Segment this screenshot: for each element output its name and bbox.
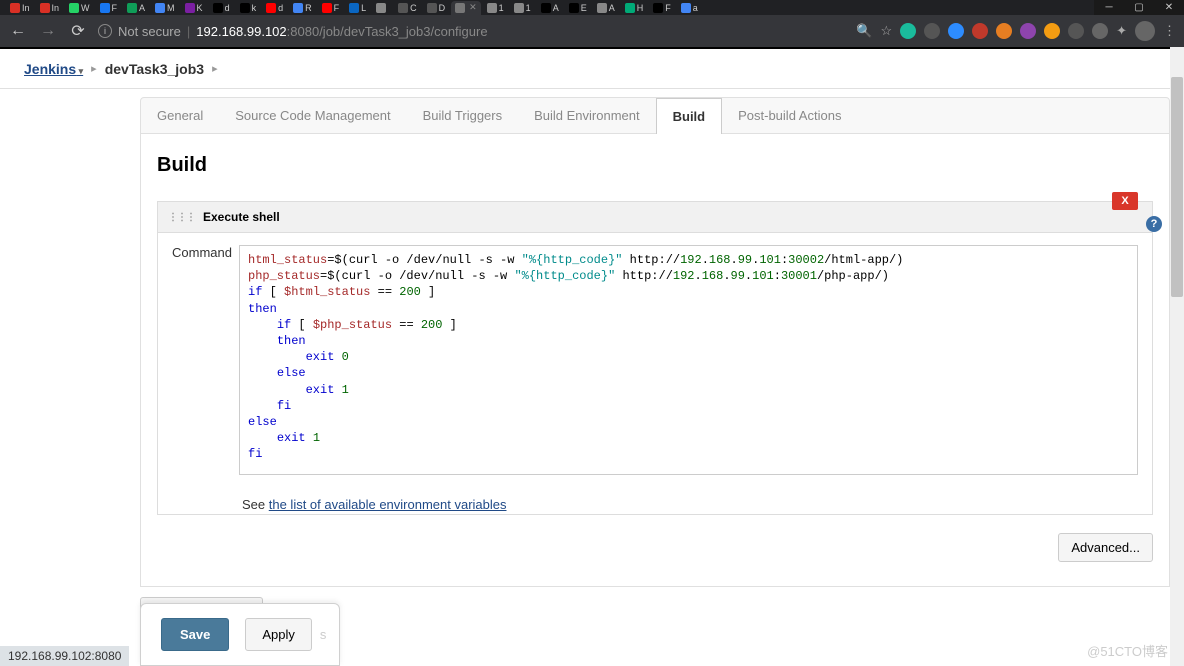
window-controls: ─ ▢ ✕ — [1094, 0, 1184, 15]
browser-tab[interactable]: R — [289, 1, 316, 15]
config-tab-build-environment[interactable]: Build Environment — [518, 98, 656, 133]
step-header: ⋮⋮⋮ Execute shell — [158, 202, 1152, 233]
security-label: Not secure — [118, 24, 181, 39]
url-path: /job/devTask3_job3/configure — [319, 24, 487, 39]
command-textarea[interactable]: html_status=$(curl -o /dev/null -s -w "%… — [239, 245, 1138, 475]
step-title: Execute shell — [203, 210, 280, 224]
url-port: :8080 — [287, 24, 320, 39]
status-bar: 192.168.99.102:8080 — [0, 646, 129, 666]
browser-tab[interactable]: d — [209, 1, 234, 15]
zoom-icon[interactable]: 🔍 — [856, 23, 872, 39]
ext-icon[interactable] — [1020, 23, 1036, 39]
config-tab-general[interactable]: General — [141, 98, 219, 133]
browser-tab[interactable]: A — [593, 1, 619, 15]
url-box[interactable]: i Not secure | 192.168.99.102:8080/job/d… — [98, 24, 846, 39]
ext-icon[interactable] — [948, 23, 964, 39]
browser-tab[interactable]: F — [96, 1, 122, 15]
delete-step-button[interactable]: X — [1112, 192, 1138, 210]
vertical-scrollbar[interactable] — [1170, 47, 1184, 666]
build-section: Build X ? ⋮⋮⋮ Execute shell Command html… — [140, 134, 1170, 587]
browser-tab[interactable]: C — [394, 1, 421, 15]
profile-avatar[interactable] — [1135, 21, 1155, 41]
page-content: GeneralSource Code ManagementBuild Trigg… — [0, 89, 1170, 666]
env-variables-note: See the list of available environment va… — [158, 487, 1152, 514]
ext-icon[interactable] — [1068, 23, 1084, 39]
browser-tab-strip: InInWFAMKdkdRFLCD✕11AEAHFa + — [0, 0, 1184, 15]
browser-tab[interactable]: k — [236, 1, 261, 15]
browser-tab[interactable]: K — [181, 1, 207, 15]
command-label: Command — [172, 245, 227, 475]
breadcrumb: Jenkins ▸ devTask3_job3 ▸ — [0, 49, 1184, 89]
window-close[interactable]: ✕ — [1154, 0, 1184, 15]
ext-icon[interactable] — [924, 23, 940, 39]
extension-icons: 🔍 ☆ ✦ ⋮ — [856, 21, 1176, 41]
window-minimize[interactable]: ─ — [1094, 0, 1124, 15]
scrollbar-thumb[interactable] — [1171, 77, 1183, 297]
ext-icon[interactable] — [1092, 23, 1108, 39]
menu-icon[interactable]: ⋮ — [1163, 23, 1176, 39]
config-tab-source-code-management[interactable]: Source Code Management — [219, 98, 406, 133]
drag-handle-icon[interactable]: ⋮⋮⋮ — [168, 212, 195, 223]
forward-button[interactable]: → — [38, 21, 58, 41]
window-maximize[interactable]: ▢ — [1124, 0, 1154, 15]
browser-tab[interactable]: 1 — [483, 1, 508, 15]
advanced-button[interactable]: Advanced... — [1058, 533, 1153, 562]
config-tab-build-triggers[interactable]: Build Triggers — [407, 98, 518, 133]
browser-tab[interactable]: L — [345, 1, 370, 15]
browser-tab[interactable]: F — [318, 1, 344, 15]
extensions-icon[interactable]: ✦ — [1116, 23, 1127, 39]
browser-tab[interactable]: H — [621, 1, 648, 15]
config-tab-build[interactable]: Build — [656, 98, 723, 134]
breadcrumb-job[interactable]: devTask3_job3 — [105, 61, 204, 77]
browser-tab[interactable]: D — [423, 1, 450, 15]
ext-icon[interactable] — [972, 23, 988, 39]
help-icon[interactable]: ? — [1146, 216, 1162, 232]
ext-icon[interactable] — [900, 23, 916, 39]
star-icon[interactable]: ☆ — [880, 23, 892, 39]
breadcrumb-root[interactable]: Jenkins — [24, 61, 83, 77]
config-tab-post-build-actions[interactable]: Post-build Actions — [722, 98, 857, 133]
env-variables-link[interactable]: the list of available environment variab… — [269, 497, 507, 512]
browser-tab[interactable]: F — [649, 1, 675, 15]
save-button[interactable]: Save — [161, 618, 229, 651]
apply-button[interactable]: Apply — [245, 618, 312, 651]
browser-tab[interactable]: W — [65, 1, 94, 15]
browser-tab[interactable] — [372, 1, 392, 15]
browser-tab[interactable]: d — [262, 1, 287, 15]
chevron-right-icon: ▸ — [91, 62, 97, 75]
save-footer: Save Apply s — [140, 603, 340, 666]
build-step-execute-shell: X ? ⋮⋮⋮ Execute shell Command html_statu… — [157, 201, 1153, 515]
config-tabs: GeneralSource Code ManagementBuild Trigg… — [140, 97, 1170, 134]
browser-tab[interactable]: ✕ — [451, 1, 481, 15]
chevron-right-icon: ▸ — [212, 62, 218, 75]
watermark: @51CTO博客 — [1087, 641, 1168, 660]
close-tab-icon[interactable]: ✕ — [469, 2, 477, 13]
reload-button[interactable]: ⟳ — [68, 21, 88, 41]
browser-tab[interactable]: E — [565, 1, 591, 15]
url-host: 192.168.99.102 — [196, 24, 286, 39]
browser-tab[interactable]: M — [151, 1, 179, 15]
browser-tab[interactable]: a — [677, 1, 702, 15]
section-title: Build — [157, 154, 1153, 177]
browser-tab[interactable]: In — [6, 1, 34, 15]
browser-tab[interactable]: A — [537, 1, 563, 15]
ext-icon[interactable] — [1044, 23, 1060, 39]
browser-tab[interactable]: 1 — [510, 1, 535, 15]
address-bar: ← → ⟳ i Not secure | 192.168.99.102:8080… — [0, 15, 1184, 47]
browser-tab[interactable]: In — [36, 1, 64, 15]
ext-icon[interactable] — [996, 23, 1012, 39]
info-icon: i — [98, 24, 112, 38]
browser-tab[interactable]: A — [123, 1, 149, 15]
back-button[interactable]: ← — [8, 21, 28, 41]
